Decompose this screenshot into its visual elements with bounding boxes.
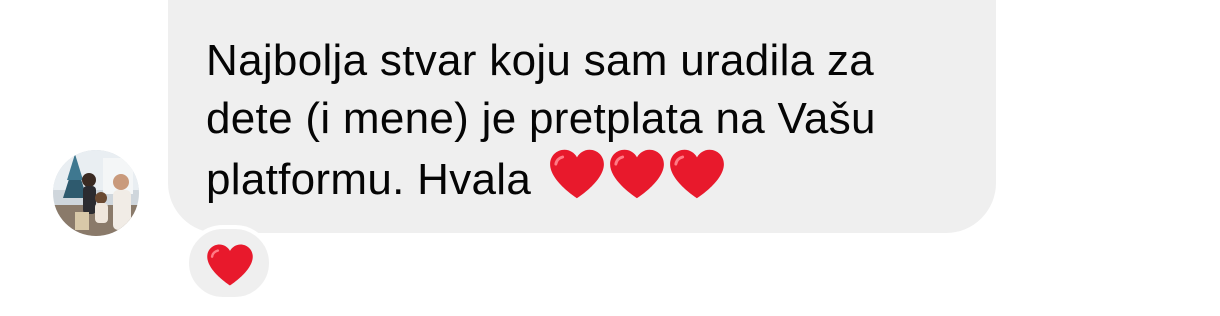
reaction-badge[interactable] bbox=[185, 225, 273, 301]
inline-hearts bbox=[548, 148, 728, 215]
red-heart-icon bbox=[548, 148, 606, 200]
chat-message-row: Najbolja stvar koju sam uradila za dete … bbox=[0, 0, 1220, 316]
red-heart-icon bbox=[205, 243, 255, 287]
red-heart-icon bbox=[668, 148, 726, 200]
message-line-2: dete (i mene) je pretplata na Vašu bbox=[206, 94, 876, 143]
message-line-3: platformu. Hvala bbox=[206, 155, 532, 204]
red-heart-icon bbox=[608, 148, 666, 200]
message-bubble[interactable]: Najbolja stvar koju sam uradila za dete … bbox=[168, 0, 996, 233]
message-text: Najbolja stvar koju sam uradila za dete … bbox=[206, 32, 966, 215]
avatar[interactable] bbox=[53, 150, 139, 236]
message-line-1: Najbolja stvar koju sam uradila za bbox=[206, 36, 875, 85]
avatar-photo bbox=[53, 150, 139, 236]
